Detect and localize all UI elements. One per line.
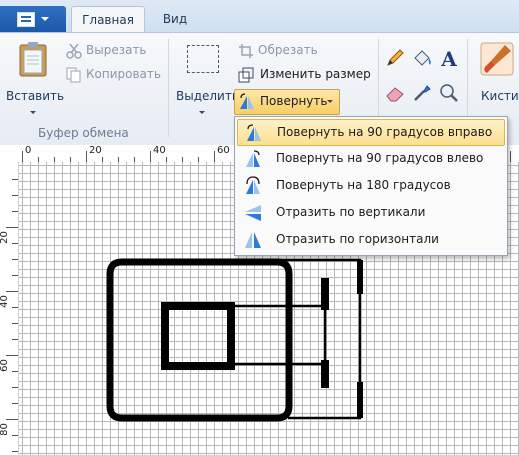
- title-bar: Главная Вид: [0, 0, 519, 33]
- app-menu-button[interactable]: [0, 6, 66, 32]
- clipboard-icon: [19, 42, 47, 77]
- rotate-icon: [240, 93, 254, 109]
- crop-label: Обрезать: [258, 43, 318, 57]
- menu-icon: [17, 12, 35, 27]
- drawn-square: [161, 302, 235, 370]
- drawn-bar: [321, 360, 329, 388]
- crop-icon: [239, 44, 253, 58]
- cut-button[interactable]: Вырезать: [64, 42, 156, 60]
- ruler-label: 20: [0, 231, 10, 244]
- drawn-right-bar: [357, 260, 363, 294]
- ruler-label: 80: [0, 423, 10, 436]
- rotate-label: Повернуть: [260, 94, 328, 108]
- ruler-label: 60: [0, 359, 10, 372]
- rotate-right-icon: [247, 124, 261, 141]
- paste-button[interactable]: Вставить: [4, 39, 64, 119]
- menu-item-label: Отразить по вертикали: [276, 205, 426, 219]
- menu-item-label: Повернуть на 180 градусов: [276, 178, 451, 192]
- resize-button[interactable]: Изменить размер: [236, 66, 374, 84]
- chevron-down-icon: [327, 100, 333, 103]
- drawn-thin-frame: [266, 258, 362, 420]
- text-tool[interactable]: A: [438, 47, 460, 71]
- eraser-icon: [386, 87, 404, 102]
- copy-label: Копировать: [86, 67, 161, 81]
- magnifier-tool[interactable]: [438, 82, 460, 104]
- select-label: Выделить: [176, 89, 239, 103]
- brush-icon: [480, 42, 514, 76]
- rotate-left-icon: [246, 150, 260, 167]
- crop-button[interactable]: Обрезать: [236, 42, 326, 60]
- vertical-ruler: 20 40 60 80: [0, 162, 19, 455]
- flip-horizontal-icon: [245, 232, 261, 248]
- menu-item-label: Повернуть на 90 градусов вправо: [277, 125, 493, 139]
- ruler-label: 40: [0, 295, 10, 308]
- eyedropper-icon: [414, 85, 431, 101]
- group-separator: [168, 39, 169, 137]
- eraser-tool[interactable]: [384, 82, 406, 104]
- magnifier-icon: [440, 84, 458, 102]
- menu-item-rotate-right-90[interactable]: Повернуть на 90 градусов вправо: [237, 119, 505, 146]
- fill-tool[interactable]: [411, 47, 433, 69]
- selection-rect-icon: [187, 45, 219, 73]
- chevron-down-icon: [41, 17, 49, 21]
- ruler-label: 60: [217, 145, 230, 156]
- resize-label: Изменить размер: [260, 67, 371, 81]
- tab-home[interactable]: Главная: [71, 6, 145, 33]
- pencil-tool[interactable]: [384, 47, 406, 69]
- copy-icon: [66, 67, 81, 83]
- rotate-180-icon: [246, 176, 260, 194]
- chevron-down-icon: [199, 111, 205, 114]
- clipboard-group-label: Буфер обмена: [38, 126, 129, 140]
- copy-button[interactable]: Копировать: [64, 66, 164, 84]
- text-icon: A: [440, 47, 457, 71]
- paint-bucket-icon: [414, 50, 431, 66]
- rotate-button[interactable]: Повернуть: [234, 89, 340, 115]
- menu-item-flip-horizontal[interactable]: Отразить по горизонтали: [237, 227, 503, 252]
- menu-item-rotate-180[interactable]: Повернуть на 180 градусов: [237, 173, 503, 198]
- ruler-label: 20: [89, 145, 102, 156]
- brushes-label: Кисти: [481, 89, 519, 103]
- svg-text:A: A: [440, 47, 457, 69]
- brushes-button[interactable]: Кисти: [471, 39, 519, 119]
- flip-vertical-icon: [245, 205, 261, 221]
- drawn-rounded-rectangle: [106, 258, 293, 422]
- ruler-label: 0: [25, 145, 32, 156]
- ruler-label: 40: [153, 145, 166, 156]
- chevron-down-icon: [30, 111, 36, 114]
- cut-label: Вырезать: [86, 43, 147, 57]
- drawn-right-bar: [357, 382, 363, 418]
- menu-item-label: Повернуть на 90 градусов влево: [276, 151, 484, 165]
- ruler-ticks: [6, 179, 18, 452]
- tab-view[interactable]: Вид: [150, 6, 200, 32]
- paste-label: Вставить: [6, 89, 65, 103]
- menu-item-rotate-left-90[interactable]: Повернуть на 90 градусов влево: [237, 146, 503, 171]
- rotate-menu: Повернуть на 90 градусов вправо Повернут…: [234, 116, 508, 256]
- menu-item-label: Отразить по горизонтали: [276, 232, 439, 246]
- select-button[interactable]: Выделить: [172, 39, 239, 119]
- menu-item-flip-vertical[interactable]: Отразить по вертикали: [237, 200, 503, 225]
- scissors-icon: [66, 43, 82, 59]
- resize-icon: [238, 67, 254, 83]
- pencil-icon: [387, 49, 404, 66]
- drawn-bar: [321, 278, 329, 310]
- color-picker-tool[interactable]: [411, 82, 433, 104]
